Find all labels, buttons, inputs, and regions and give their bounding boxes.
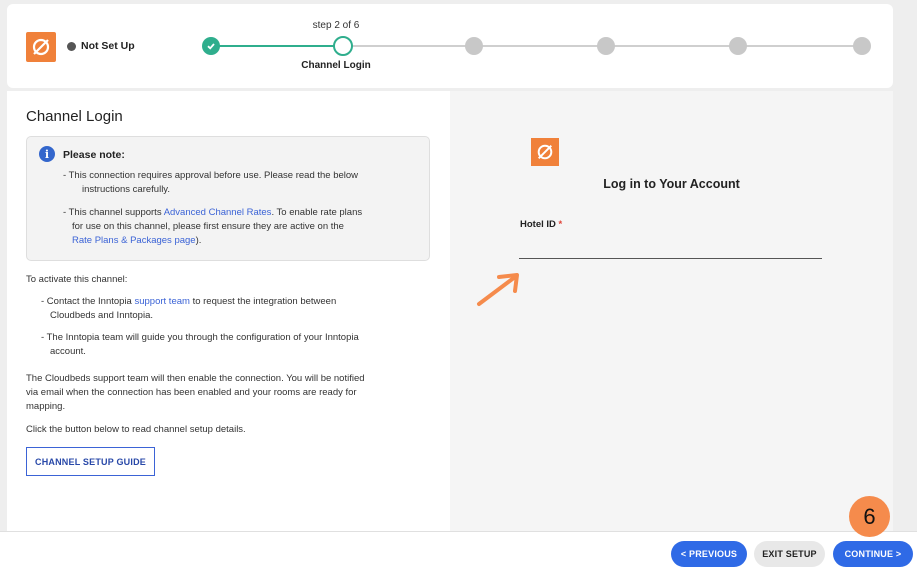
note-text: ). [195, 235, 202, 246]
check-icon [207, 43, 215, 50]
step-1-complete [202, 37, 220, 55]
note-title: Please note: [63, 149, 125, 161]
note-line-1b: instructions carefully. [82, 183, 432, 197]
note-line-2: - This channel supports Advanced Channel… [63, 206, 413, 220]
current-step-name: Channel Login [301, 60, 371, 71]
note-text: - This channel supports [63, 207, 164, 218]
activate-intro: To activate this channel: [26, 274, 128, 285]
step-5 [729, 37, 747, 55]
step-counter: step 2 of 6 [312, 20, 360, 31]
step-6 [853, 37, 871, 55]
required-mark: * [558, 219, 563, 230]
support-para-1: The Cloudbeds support team will then ena… [26, 373, 365, 384]
status-dot-icon [67, 41, 76, 51]
instructions-panel: Channel Login i Please note: - This conn… [7, 91, 450, 531]
note-line-1: - This connection requires approval befo… [63, 169, 413, 183]
progress-stepper [194, 34, 874, 58]
bullet-text: - Contact the Inntopia [41, 296, 135, 307]
step-annotation-badge: 6 [849, 496, 890, 537]
advanced-channel-rates-link[interactable]: Advanced Channel Rates [164, 207, 272, 218]
pointer-arrow-icon [477, 273, 519, 306]
rate-plans-link[interactable]: Rate Plans & Packages page [72, 235, 196, 246]
bullet-contact-cont: Cloudbeds and Inntopia. [50, 310, 153, 321]
channel-status: Not Set Up [67, 40, 135, 52]
setup-header: Not Set Up step 2 of 6 Channel Login [7, 4, 893, 88]
note-line-2c: for use on this channel, please first en… [72, 220, 422, 234]
info-icon: i [39, 146, 55, 162]
continue-button[interactable]: CONTINUE > [833, 541, 913, 567]
exit-setup-button[interactable]: EXIT SETUP [754, 541, 825, 567]
step-2-current [333, 36, 353, 56]
channel-setup-guide-button[interactable]: CHANNEL SETUP GUIDE [26, 447, 155, 476]
support-team-link[interactable]: support team [134, 296, 189, 307]
note-text: - This connection requires approval befo… [63, 170, 359, 181]
note-line-2d: Rate Plans & Packages page). [72, 234, 422, 248]
hotel-id-input[interactable] [519, 237, 822, 259]
hotel-id-label-text: Hotel ID [520, 219, 556, 230]
bullet-guide-cont: account. [50, 346, 86, 357]
support-para-3: mapping. [26, 401, 66, 412]
channel-logo-small [531, 138, 559, 166]
setup-footer: < PREVIOUS EXIT SETUP CONTINUE > [0, 531, 917, 571]
note-text: instructions carefully. [82, 184, 170, 195]
click-instruction: Click the button below to read channel s… [26, 424, 246, 435]
login-heading: Log in to Your Account [603, 177, 740, 191]
no-sign-icon [537, 144, 553, 160]
bullet-text: to request the integration between [189, 296, 337, 307]
step-4 [597, 37, 615, 55]
login-panel: Log in to Your Account Hotel ID * [450, 91, 893, 531]
step-3 [465, 37, 483, 55]
status-label: Not Set Up [81, 40, 135, 52]
note-box: i Please note: - This connection require… [26, 136, 430, 261]
page-title: Channel Login [26, 108, 123, 125]
no-sign-icon [32, 38, 50, 56]
previous-button[interactable]: < PREVIOUS [671, 541, 747, 567]
bullet-guide: - The Inntopia team will guide you throu… [41, 332, 359, 343]
note-text: . To enable rate plans [271, 207, 363, 218]
hotel-id-label: Hotel ID * [520, 219, 562, 230]
bullet-contact: - Contact the Inntopia support team to r… [41, 295, 411, 309]
stepper-track-complete [203, 45, 343, 47]
note-text: for use on this channel, please first en… [72, 221, 344, 232]
channel-logo [26, 32, 56, 62]
support-para-2: via email when the connection has been e… [26, 387, 357, 398]
